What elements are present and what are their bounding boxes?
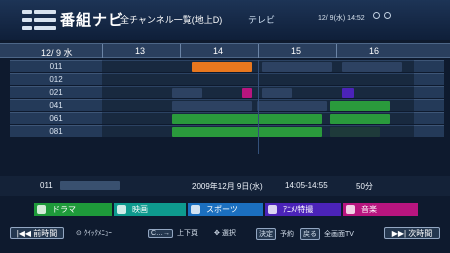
row-end-cell: [414, 99, 444, 111]
program-info-bar: 011 2009年12月 9日(水) 14:05-14:55 50分: [0, 176, 450, 196]
program-grid: 011 012 021 041 061 081: [0, 60, 450, 154]
time-axis: 12/ 9 水 13 14 15 16: [0, 43, 450, 58]
drama-icon: [37, 205, 46, 214]
current-datetime: 12/ 9(水) 14:52: [318, 15, 365, 22]
channel-row: 012: [0, 73, 450, 86]
quick-menu-label: ｸｲｯｸﾒﾆｭｰ: [83, 230, 112, 237]
row-end-cell: [414, 112, 444, 124]
page-updown-label: 上下頁: [177, 230, 199, 237]
genre-anime: ｱﾆﾒ/特撮: [265, 203, 341, 216]
quick-menu-icon: ⊙: [76, 230, 82, 237]
page-title: 番組ナビ: [60, 12, 125, 29]
select-label: 選択: [221, 230, 236, 237]
channel-number[interactable]: 041: [10, 99, 102, 111]
next-time-button[interactable]: ▶▶| 次時間: [384, 227, 440, 239]
channel-number[interactable]: 021: [10, 86, 102, 98]
timebar-hour: 14: [213, 46, 224, 56]
timebar-hour: 16: [369, 46, 380, 56]
channel-updown-icon: C…→: [148, 229, 174, 238]
fullscreen-label: 全画面TV: [323, 231, 354, 238]
info-date: 2009年12月 9日(水): [192, 182, 263, 191]
info-channel: 011: [40, 181, 53, 190]
timebar-hour: 13: [135, 46, 146, 56]
genre-label: 音楽: [361, 205, 377, 214]
channel-number[interactable]: 011: [10, 60, 102, 72]
program-cell[interactable]: [257, 101, 327, 111]
status-icon-2: [384, 12, 391, 19]
program-cell[interactable]: [172, 101, 252, 111]
genre-music: 音楽: [343, 203, 418, 216]
genre-movie: 映画: [114, 203, 186, 216]
program-cell[interactable]: [342, 62, 402, 72]
channel-type-label: テレビ: [248, 15, 276, 25]
channel-row: 011: [0, 60, 450, 73]
program-title-redacted: [60, 181, 120, 190]
program-cell[interactable]: [262, 88, 292, 98]
dpad-icon: ✥: [214, 230, 220, 237]
prev-time-button[interactable]: |◀◀ 前時間: [10, 227, 64, 239]
time-separator: [258, 44, 259, 58]
time-separator: [180, 44, 181, 58]
row-end-cell: [414, 60, 444, 72]
program-cell[interactable]: [330, 127, 380, 137]
quick-menu-item[interactable]: ⊙ ｸｲｯｸﾒﾆｭｰ: [76, 228, 112, 238]
page-updown-item[interactable]: C…→ 上下頁: [148, 228, 198, 238]
program-cell-selected[interactable]: [192, 62, 252, 72]
program-cell-drama[interactable]: [172, 114, 322, 124]
program-cell-drama[interactable]: [330, 114, 390, 124]
timebar-date: 12/ 9 水: [41, 48, 73, 58]
program-cell[interactable]: [262, 62, 332, 72]
program-cell-drama[interactable]: [330, 101, 390, 111]
select-item[interactable]: ✥ 選択: [214, 228, 236, 238]
channel-number[interactable]: 061: [10, 112, 102, 124]
epg-logo-icon: [22, 8, 56, 32]
genre-drama: ドラマ: [34, 203, 112, 216]
row-end-cell: [414, 125, 444, 137]
genre-label: ドラマ: [52, 205, 76, 214]
enter-key: 決定: [256, 228, 276, 240]
fullscreen-item[interactable]: 戻る 全画面TV: [300, 228, 354, 240]
footer-toolbar: |◀◀ 前時間 ⊙ ｸｲｯｸﾒﾆｭｰ C…→ 上下頁 ✥ 選択 決定 予約 戻る…: [0, 222, 450, 253]
music-icon: [346, 205, 355, 214]
header-bar: 番組ナビ 全チャンネル一覧(地上D) テレビ 12/ 9(水) 14:52: [0, 0, 450, 40]
movie-icon: [117, 205, 126, 214]
page-subtitle: 全チャンネル一覧(地上D): [120, 15, 223, 25]
time-separator: [336, 44, 337, 58]
reserve-label: 予約: [279, 231, 294, 238]
info-duration: 50分: [356, 182, 373, 191]
program-cell-drama[interactable]: [172, 127, 322, 137]
row-end-cell: [414, 86, 444, 98]
channel-number[interactable]: 081: [10, 125, 102, 137]
program-cell[interactable]: [172, 88, 202, 98]
channel-row: 061: [0, 112, 450, 125]
timebar-hour: 15: [291, 46, 302, 56]
info-time: 14:05-14:55: [285, 181, 328, 190]
reserve-item[interactable]: 決定 予約: [256, 228, 294, 240]
back-key: 戻る: [300, 228, 320, 240]
status-icon-1: [373, 12, 380, 19]
genre-label: ｱﾆﾒ/特撮: [283, 205, 314, 214]
channel-number[interactable]: 012: [10, 73, 102, 85]
channel-row: 041: [0, 99, 450, 112]
program-cell-music[interactable]: [242, 88, 252, 98]
genre-label: 映画: [132, 205, 148, 214]
channel-row: 021: [0, 86, 450, 99]
row-end-cell: [414, 73, 444, 85]
genre-legend: ドラマ 映画 スポーツ ｱﾆﾒ/特撮 音楽: [34, 203, 446, 216]
genre-sports: スポーツ: [188, 203, 263, 216]
program-cell-anime[interactable]: [342, 88, 354, 98]
channel-row: 081: [0, 125, 450, 138]
anime-icon: [268, 205, 277, 214]
header-status-icons: [373, 12, 391, 19]
time-separator: [102, 44, 103, 58]
sports-icon: [191, 205, 200, 214]
genre-label: スポーツ: [206, 205, 238, 214]
current-time-line: [258, 60, 259, 154]
